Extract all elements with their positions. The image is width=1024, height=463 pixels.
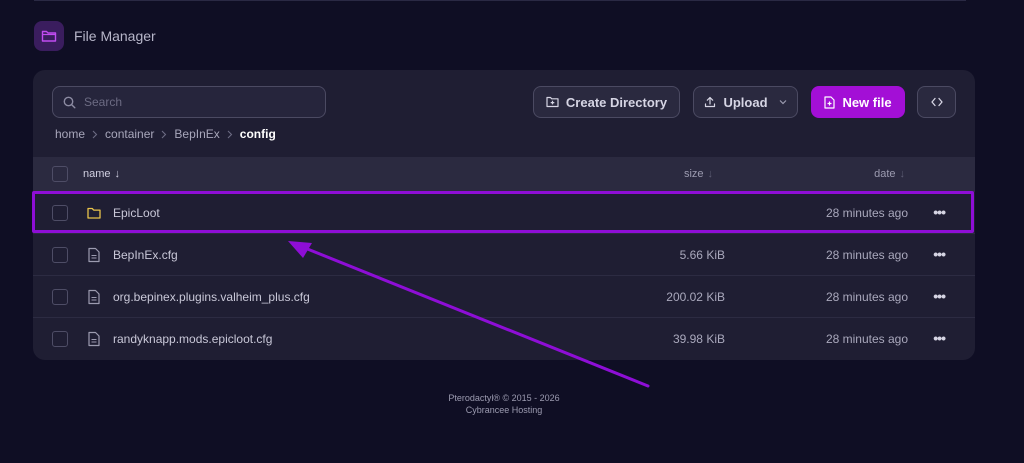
upload-label: Upload — [723, 94, 768, 110]
column-size-header[interactable]: size ↓ — [684, 168, 713, 180]
search-input[interactable] — [84, 95, 304, 109]
row-checkbox[interactable] — [52, 205, 68, 221]
file-size: 200.02 KiB — [666, 290, 725, 304]
chevron-right-icon — [162, 130, 167, 138]
sort-icon: ↓ — [899, 168, 906, 180]
chevron-right-icon — [227, 130, 233, 138]
select-all-checkbox[interactable] — [52, 166, 68, 182]
column-date-header[interactable]: date ↓ — [874, 168, 905, 180]
footer-hosting: Cybrancee Hosting — [465, 405, 543, 415]
file-date: 28 minutes ago — [825, 290, 908, 304]
folder-icon — [87, 207, 101, 219]
file-icon — [88, 247, 100, 263]
table-row[interactable]: randyknapp.mods.epicloot.cfg 39.98 KiB 2… — [33, 317, 975, 359]
column-name-header[interactable]: name ↓ — [83, 168, 120, 180]
file-icon — [88, 289, 100, 305]
file-date: 28 minutes ago — [825, 206, 908, 220]
file-name[interactable]: org.bepinex.plugins.valheim_plus.cfg — [113, 290, 310, 304]
sort-desc-icon: ↓ — [114, 168, 121, 180]
new-file-button[interactable]: New file — [811, 86, 905, 118]
row-checkbox[interactable] — [52, 289, 68, 305]
table-row[interactable]: EpicLoot 28 minutes ago ••• — [33, 191, 975, 233]
breadcrumb-item-bepinex[interactable]: BepInEx — [174, 127, 219, 141]
search-icon — [63, 96, 76, 108]
file-plus-icon — [824, 95, 836, 109]
breadcrumb: home container BepInEx config — [55, 127, 276, 141]
chevron-right-icon — [92, 130, 98, 138]
create-directory-label: Create Directory — [565, 94, 668, 110]
footer-copyright: Pterodactyl® © 2015 - 2026 — [448, 393, 560, 403]
code-toggle-button[interactable] — [917, 86, 956, 118]
file-name[interactable]: BepInEx.cfg — [113, 248, 178, 262]
row-checkbox[interactable] — [52, 247, 68, 263]
more-options-icon[interactable]: ••• — [933, 204, 946, 220]
breadcrumb-item-home[interactable]: home — [55, 127, 85, 141]
search-box[interactable] — [52, 86, 326, 118]
page-header: File Manager — [34, 20, 156, 51]
more-options-icon[interactable]: ••• — [933, 246, 946, 262]
table-row[interactable]: org.bepinex.plugins.valheim_plus.cfg 200… — [33, 275, 975, 317]
table-header: name ↓ size ↓ date ↓ — [33, 157, 975, 191]
code-icon — [930, 97, 943, 107]
folder-plus-icon — [546, 96, 559, 108]
more-options-icon[interactable]: ••• — [933, 330, 946, 346]
more-options-icon[interactable]: ••• — [933, 288, 946, 304]
page-title: File Manager — [74, 27, 156, 44]
top-divider — [34, 0, 966, 1]
file-name[interactable]: randyknapp.mods.epicloot.cfg — [113, 332, 272, 346]
breadcrumb-current: config — [239, 127, 276, 141]
footer: Pterodactyl® © 2015 - 2026 Cybrancee Hos… — [0, 392, 1008, 416]
sort-icon: ↓ — [707, 168, 714, 180]
file-date: 28 minutes ago — [825, 248, 908, 262]
row-checkbox[interactable] — [52, 331, 68, 347]
file-size: 5.66 KiB — [679, 248, 725, 262]
chevron-down-icon — [779, 100, 786, 105]
upload-icon — [705, 96, 716, 108]
create-directory-button[interactable]: Create Directory — [533, 86, 680, 118]
file-name[interactable]: EpicLoot — [113, 206, 160, 220]
upload-button[interactable]: Upload — [693, 86, 798, 118]
file-size: 39.98 KiB — [672, 332, 725, 346]
breadcrumb-item-container[interactable]: container — [105, 127, 154, 141]
file-icon — [88, 331, 100, 347]
folder-icon — [34, 20, 64, 51]
file-manager-panel: Create Directory Upload New file home co… — [33, 70, 975, 360]
new-file-label: New file — [842, 94, 892, 110]
file-date: 28 minutes ago — [825, 332, 908, 346]
table-row[interactable]: BepInEx.cfg 5.66 KiB 28 minutes ago ••• — [33, 233, 975, 275]
